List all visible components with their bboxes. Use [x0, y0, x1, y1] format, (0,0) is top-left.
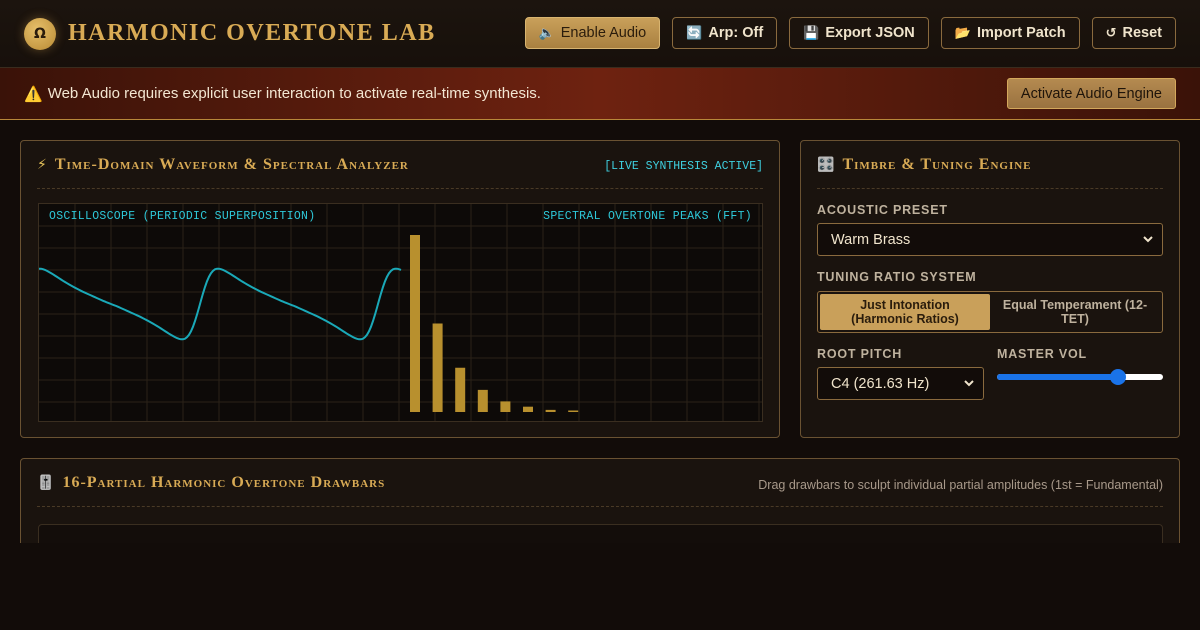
preset-label: ACOUSTIC PRESET: [817, 203, 948, 217]
lightning-icon: ⚡: [37, 156, 47, 173]
timbre-tuning-panel: 🎛️ Timbre & Tuning Engine ACOUSTIC PRESE…: [800, 140, 1180, 438]
timbre-panel-title: Timbre & Tuning Engine: [842, 155, 1032, 173]
preset-value: Warm Brass: [831, 231, 911, 248]
app-title: HARMONIC OVERTONE LAB: [68, 20, 436, 46]
enable-audio-label: Enable Audio: [560, 25, 647, 41]
drawbar-icon: 🎚️: [37, 474, 55, 491]
drawbars-panel-header: 🎚️ 16-Partial Harmonic Overtone Drawbars…: [37, 459, 1163, 507]
master-volume-label: MASTER VOL: [997, 347, 1087, 361]
spectrum-bar: [500, 401, 511, 412]
refresh-icon: 🔄: [686, 25, 703, 41]
tuning-option-just-intonation[interactable]: Just Intonation (Harmonic Ratios): [820, 294, 990, 330]
analyzer-panel-title: Time-Domain Waveform & Spectral Analyzer: [54, 155, 409, 173]
export-json-button[interactable]: 💾 Export JSON: [789, 17, 929, 49]
arp-toggle-button[interactable]: 🔄 Arp: Off: [672, 17, 778, 49]
reset-icon: ↺: [1105, 25, 1117, 41]
drawbars-hint: Drag drawbars to sculpt individual parti…: [758, 478, 1163, 492]
spectrum-bar: [568, 410, 579, 412]
header-toolbar: 🔈 Enable Audio 🔄 Arp: Off 💾 Export JSON …: [524, 17, 1176, 49]
oscilloscope-display: OSCILLOSCOPE (PERIODIC SUPERPOSITION) SP…: [38, 203, 763, 422]
enable-audio-button[interactable]: 🔈 Enable Audio: [524, 17, 661, 49]
spectrum-bar: [523, 406, 533, 412]
page-bottom-background: [0, 543, 1200, 630]
import-patch-button[interactable]: 📂 Import Patch: [940, 17, 1080, 49]
master-volume-slider[interactable]: [997, 369, 1163, 385]
spectrum-bar: [545, 409, 556, 412]
waveform-analyzer-panel: ⚡ Time-Domain Waveform & Spectral Analyz…: [20, 140, 780, 438]
tuning-label: TUNING RATIO SYSTEM: [817, 270, 977, 284]
spectrum-bar: [455, 367, 466, 412]
control-knobs-icon: 🎛️: [817, 156, 835, 173]
audio-warning-banner: ⚠️ Web Audio requires explicit user inte…: [0, 68, 1200, 120]
tuning-system-toggle: Just Intonation (Harmonic Ratios) Equal …: [817, 291, 1163, 333]
root-pitch-select[interactable]: C4 (261.63 Hz): [817, 367, 984, 400]
speaker-icon: 🔈: [538, 25, 555, 41]
chevron-down-icon: [1143, 236, 1153, 243]
spectrum-bar: [410, 235, 420, 412]
analyzer-panel-header: ⚡ Time-Domain Waveform & Spectral Analyz…: [37, 141, 763, 189]
import-patch-label: Import Patch: [976, 25, 1066, 41]
live-synthesis-badge: [LIVE SYNTHESIS ACTIVE]: [604, 160, 763, 173]
banner-message: Web Audio requires explicit user interac…: [47, 85, 541, 102]
export-json-label: Export JSON: [825, 25, 915, 41]
activate-audio-engine-button[interactable]: Activate Audio Engine: [1006, 78, 1176, 109]
app-header: Ω HARMONIC OVERTONE LAB 🔈 Enable Audio 🔄…: [0, 0, 1200, 68]
arp-toggle-label: Arp: Off: [708, 25, 764, 41]
drawbars-panel-title: 16-Partial Harmonic Overtone Drawbars: [62, 473, 386, 491]
folder-icon: 📂: [954, 25, 971, 41]
slider-fill: [997, 374, 1118, 380]
root-pitch-label: ROOT PITCH: [817, 347, 903, 361]
preset-select[interactable]: Warm Brass: [817, 223, 1163, 256]
slider-thumb[interactable]: [1109, 369, 1126, 385]
omega-logo-icon: Ω: [24, 17, 56, 50]
scope-canvas: [39, 204, 762, 421]
timbre-panel-header: 🎛️ Timbre & Tuning Engine: [817, 141, 1163, 189]
chevron-down-icon: [964, 380, 974, 387]
tuning-option-equal-temperament[interactable]: Equal Temperament (12-TET): [990, 294, 1160, 330]
spectrum-label: SPECTRAL OVERTONE PEAKS (FFT): [543, 210, 752, 223]
waveform-trace: [39, 267, 402, 341]
floppy-disk-icon: 💾: [803, 25, 820, 41]
reset-label: Reset: [1122, 25, 1163, 41]
oscilloscope-label: OSCILLOSCOPE (PERIODIC SUPERPOSITION): [49, 210, 316, 223]
spectrum-bar: [477, 389, 488, 412]
root-pitch-value: C4 (261.63 Hz): [831, 375, 930, 392]
reset-button[interactable]: ↺ Reset: [1091, 17, 1176, 49]
warning-icon: ⚠️: [24, 84, 43, 103]
spectrum-bar: [432, 323, 443, 412]
